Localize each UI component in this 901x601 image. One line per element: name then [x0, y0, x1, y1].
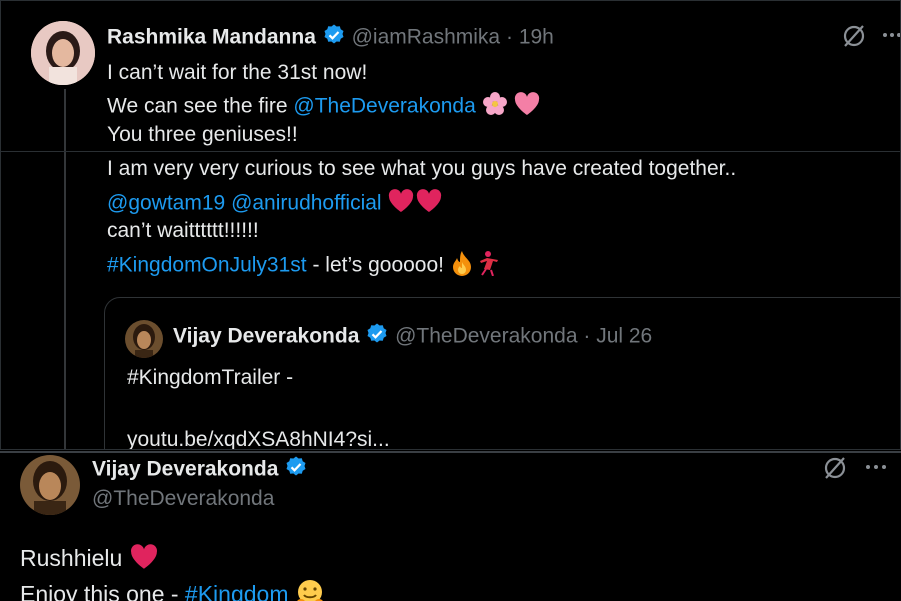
quote-text-line: youtu.be/xqdXSA8hNI4?si... [127, 428, 390, 450]
tweet-text-line: I am very very curious to see what you g… [107, 157, 737, 180]
text-fragment: Rushhielu [20, 545, 123, 572]
tweet-author-row: Rashmika Mandanna @iamRashmika · 19h [107, 23, 554, 53]
grok-icon[interactable] [822, 455, 848, 486]
avatar[interactable] [31, 21, 95, 85]
red-heart-icon [415, 188, 443, 220]
red-heart-icon [129, 543, 159, 577]
tweet-text-line: We can see the fire @TheDeverakonda [107, 91, 541, 123]
tweet-text-line: #KingdomOnJuly31st - let’s gooooo! [107, 250, 500, 282]
mention-link[interactable]: @gowtam19 [107, 192, 225, 215]
tweet-text-line: I can’t wait for the 31st now! [107, 61, 368, 84]
pink-heart-icon [513, 91, 541, 123]
tweet-text-line: can’t waitttttt!!!!!! [107, 219, 259, 242]
tweet-body-panel: I am very very curious to see what you g… [0, 152, 901, 450]
tweet-header-panel: Rashmika Mandanna @iamRashmika · 19h I c… [0, 0, 901, 152]
more-icon[interactable] [864, 457, 888, 482]
separator: · [583, 324, 591, 348]
tweet-author-row: Vijay Deverakonda [92, 455, 308, 485]
avatar[interactable] [20, 455, 80, 515]
separator: · [505, 25, 513, 49]
timestamp[interactable]: 19h [519, 26, 554, 49]
text-fragment: We can see the fire [107, 94, 294, 118]
author-handle[interactable]: @iamRashmika [352, 26, 501, 49]
verified-badge-icon [322, 23, 346, 53]
verified-badge-icon [284, 455, 308, 485]
tweet-text-line: Enjoy this one - #Kingdom [20, 578, 325, 601]
mention-link[interactable]: @TheDeverakonda [293, 95, 475, 118]
red-heart-icon [387, 188, 415, 220]
quote-author-row: Vijay Deverakonda @TheDeverakonda · Jul … [173, 322, 652, 352]
dancer-icon [474, 250, 500, 282]
reply-tweet-panel: Vijay Deverakonda @TheDeverakonda Rushhi… [0, 451, 901, 601]
hugging-face-icon [295, 578, 325, 601]
thread-line [64, 89, 66, 151]
tweet-text-line: Rushhielu [20, 543, 159, 577]
text-fragment: - let’s gooooo! [306, 253, 444, 277]
hashtag-link[interactable]: #KingdomOnJuly31st [107, 254, 307, 277]
quote-author-handle[interactable]: @TheDeverakonda [395, 325, 577, 348]
quote-date[interactable]: Jul 26 [596, 325, 652, 348]
blossom-icon [482, 91, 508, 123]
text-fragment: Enjoy this one - [20, 581, 185, 601]
hashtag-link[interactable]: #Kingdom [185, 581, 289, 601]
fire-icon [450, 250, 474, 282]
author-handle[interactable]: @TheDeverakonda [92, 487, 274, 511]
quote-author-name[interactable]: Vijay Deverakonda [173, 325, 359, 348]
thread-line [64, 152, 66, 449]
author-name[interactable]: Rashmika Mandanna [107, 26, 316, 49]
quote-avatar[interactable] [125, 320, 163, 358]
verified-badge-icon [365, 322, 389, 352]
tweet-text-line: @gowtam19 @anirudhofficial [107, 188, 443, 220]
grok-icon[interactable] [841, 23, 867, 54]
quoted-tweet-card[interactable]: Vijay Deverakonda @TheDeverakonda · Jul … [104, 297, 900, 450]
quote-text-line: #KingdomTrailer - [127, 366, 294, 389]
more-icon[interactable] [881, 25, 900, 50]
mention-link[interactable]: @anirudhofficial [231, 192, 382, 215]
tweet-text-line: You three geniuses!! [107, 123, 298, 146]
author-name[interactable]: Vijay Deverakonda [92, 458, 278, 481]
